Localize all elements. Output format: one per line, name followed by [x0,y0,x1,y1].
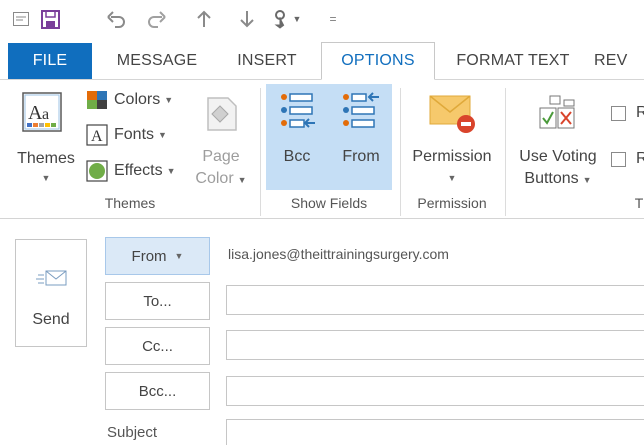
window-icon[interactable] [10,8,32,30]
colors-icon [87,91,107,109]
quick-access-toolbar: ▼ = [0,0,644,38]
bcc-toggle-button[interactable]: Bcc [266,84,328,190]
group-separator [400,88,401,216]
voting-buttons-icon [538,94,578,139]
ribbon-tabs: FILE MESSAGE INSERT OPTIONS FORMAT TEXT … [0,38,644,80]
colors-button[interactable]: Colors ▼ [86,90,173,110]
show-fields-group-label: Show Fields [290,195,368,211]
tab-insert[interactable]: INSERT [222,43,312,79]
subject-label: Subject [107,424,158,441]
from-button-label: From [131,247,167,265]
tab-message[interactable]: MESSAGE [106,43,208,79]
subject-field[interactable] [226,419,644,445]
tab-review[interactable]: REV [594,43,644,79]
tab-file[interactable]: FILE [8,43,92,79]
from-toggle-label: From [342,148,380,165]
up-arrow-icon[interactable] [193,8,215,30]
send-envelope-icon [36,267,68,296]
themes-button[interactable]: A a Themes ▼ [6,84,80,190]
fonts-icon: A [86,124,108,146]
themes-label: Themes [17,150,75,167]
redo-icon[interactable] [145,8,169,30]
page-color-label-line1: Page [202,148,240,165]
to-button[interactable]: To... [105,282,210,320]
page-color-button[interactable]: Page Color ▼ [190,84,250,190]
use-voting-label-line1: Use Voting [519,148,597,165]
effects-icon [86,160,108,182]
down-arrow-icon[interactable] [236,8,258,30]
from-field-icon [342,92,380,137]
bcc-field[interactable] [226,376,644,406]
send-button[interactable]: Send [15,239,87,347]
svg-text:A: A [28,102,43,124]
tab-format-text[interactable]: FORMAT TEXT [446,43,580,79]
request-receipt-checkbox-2[interactable]: R [611,150,644,168]
request-receipt-checkbox[interactable]: R [611,104,644,122]
page-color-icon [200,94,240,139]
save-icon[interactable] [38,8,62,30]
permission-dropdown-icon: ▼ [447,173,457,183]
ribbon: A a Themes ▼ Colors ▼ A Fonts ▼ Effects … [0,80,644,219]
bcc-field-icon [280,92,316,137]
checkbox-box[interactable] [611,151,626,167]
restricted-envelope-icon [428,92,476,139]
permission-label: Permission [412,148,492,165]
tracking-group-label: T [634,195,644,211]
svg-text:A: A [91,128,103,145]
cc-button[interactable]: Cc... [105,327,210,365]
effects-button[interactable]: Effects ▼ [86,160,176,182]
svg-text:a: a [42,106,49,123]
from-button[interactable]: From ▼ [105,237,210,275]
use-voting-buttons-button[interactable]: Use Voting Buttons ▼ [510,84,606,190]
themes-dropdown-icon: ▼ [41,173,51,183]
checkbox-box[interactable] [611,105,626,121]
group-separator [260,88,261,216]
use-voting-label-line2: Buttons ▼ [524,170,592,187]
undo-icon[interactable] [104,8,128,30]
fonts-caret-icon: ▼ [158,130,167,140]
bcc-button[interactable]: Bcc... [105,372,210,410]
send-label: Send [32,311,70,328]
fonts-label: Fonts [114,126,155,143]
from-address: lisa.jones@theittrainingsurgery.com [228,246,449,262]
effects-label: Effects [114,162,163,179]
colors-caret-icon: ▼ [164,95,174,105]
from-toggle-button[interactable]: From [330,84,392,190]
permission-group-label: Permission [417,195,487,211]
bcc-toggle-label: Bcc [283,148,311,165]
request-receipt-label-2: R [636,150,644,167]
group-separator [505,88,506,216]
effects-caret-icon: ▼ [166,166,176,176]
themes-icon: A a [22,92,62,137]
request-receipt-label: R [636,104,644,121]
themes-group-label: Themes [104,195,156,211]
colors-label: Colors [114,91,161,108]
touch-mode-icon[interactable]: ▼ [266,8,306,30]
tab-options[interactable]: OPTIONS [321,42,435,80]
page-color-label-line2: Color ▼ [195,170,247,187]
cc-field[interactable] [226,330,644,360]
to-field[interactable] [226,285,644,315]
customize-icon[interactable]: = [326,8,340,30]
permission-button[interactable]: Permission ▼ [404,84,498,190]
from-dropdown-icon: ▼ [174,251,184,261]
fonts-button[interactable]: A Fonts ▼ [86,124,167,146]
